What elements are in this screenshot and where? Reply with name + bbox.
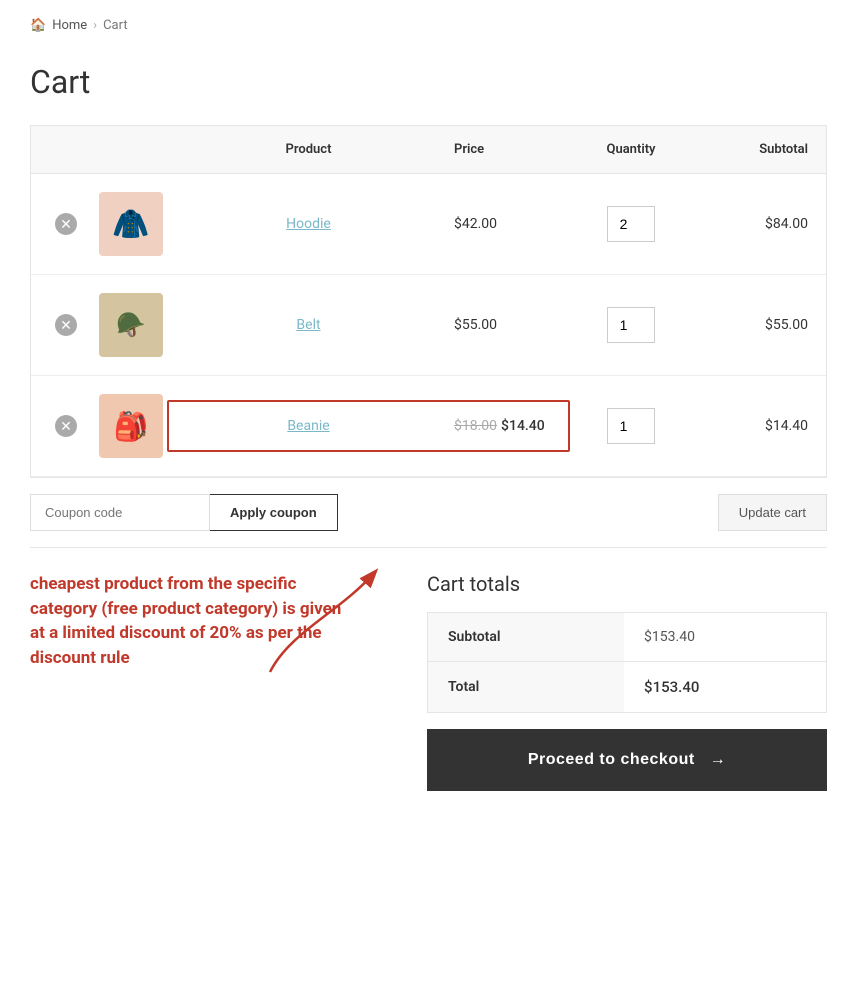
coupon-input[interactable] bbox=[30, 494, 210, 531]
image-cell: 🎒 bbox=[91, 376, 171, 476]
price-cell: $42.00 bbox=[446, 198, 566, 250]
annotation-text: cheapest product from the specific categ… bbox=[30, 572, 350, 671]
coupon-row: Apply coupon Update cart bbox=[30, 478, 827, 548]
hoodie-link[interactable]: Hoodie bbox=[286, 216, 331, 232]
subtotal-value: $153.40 bbox=[624, 613, 826, 662]
image-cell: 🪖 bbox=[91, 275, 171, 375]
beanie-image: 🎒 bbox=[99, 394, 163, 458]
remove-hoodie-button[interactable]: ✕ bbox=[55, 213, 77, 235]
beanie-name-price-cell: Beanie bbox=[171, 404, 446, 448]
product-name-cell: Hoodie bbox=[171, 198, 446, 250]
col-header-remove bbox=[41, 126, 91, 173]
totals-table: Subtotal $153.40 Total $153.40 bbox=[427, 612, 827, 713]
price-cell: $55.00 bbox=[446, 299, 566, 351]
breadcrumb-home-link[interactable]: Home bbox=[52, 18, 87, 33]
beanie-qty-input[interactable] bbox=[607, 408, 655, 444]
coupon-area: Apply coupon bbox=[30, 494, 338, 531]
table-header-row: Product Price Quantity Subtotal bbox=[31, 126, 826, 174]
remove-beanie-button[interactable]: ✕ bbox=[55, 415, 77, 437]
total-value: $153.40 bbox=[624, 662, 826, 713]
subtotal-cell: $55.00 bbox=[696, 299, 816, 351]
image-cell: 🧥 bbox=[91, 174, 171, 274]
bottom-section: cheapest product from the specific categ… bbox=[30, 572, 827, 791]
proceed-to-checkout-button[interactable]: Proceed to checkout → bbox=[427, 729, 827, 791]
checkout-label: Proceed to checkout bbox=[528, 751, 695, 768]
breadcrumb-separator: › bbox=[93, 18, 97, 33]
belt-qty-input[interactable] bbox=[607, 307, 655, 343]
cart-totals-title: Cart totals bbox=[427, 572, 827, 596]
breadcrumb: 🏠 Home › Cart bbox=[30, 18, 827, 33]
hoodie-qty-input[interactable] bbox=[607, 206, 655, 242]
product-name-cell: Belt bbox=[171, 299, 446, 351]
total-label: Total bbox=[428, 662, 625, 713]
cart-table: Product Price Quantity Subtotal ✕ 🧥 Hood… bbox=[30, 125, 827, 478]
quantity-cell bbox=[566, 289, 696, 361]
col-header-quantity: Quantity bbox=[566, 126, 696, 173]
total-row: Total $153.40 bbox=[428, 662, 827, 713]
col-header-product: Product bbox=[171, 126, 446, 173]
subtotal-cell: $14.40 bbox=[696, 400, 816, 452]
breadcrumb-current: Cart bbox=[103, 18, 128, 33]
beanie-price-cell: $18.00$14.40 bbox=[446, 400, 566, 452]
beanie-discounted-price: $14.40 bbox=[501, 418, 545, 434]
subtotal-row: Subtotal $153.40 bbox=[428, 613, 827, 662]
cart-totals-panel: Cart totals Subtotal $153.40 Total $153.… bbox=[427, 572, 827, 791]
subtotal-cell: $84.00 bbox=[696, 198, 816, 250]
col-header-price: Price bbox=[446, 126, 566, 173]
belt-link[interactable]: Belt bbox=[296, 317, 320, 333]
beanie-original-price: $18.00 bbox=[454, 418, 497, 434]
subtotal-label: Subtotal bbox=[428, 613, 625, 662]
col-header-subtotal: Subtotal bbox=[696, 126, 816, 173]
quantity-cell bbox=[566, 188, 696, 260]
table-row: ✕ 🎒 Beanie $18.00$14.40 $14.40 bbox=[31, 376, 826, 477]
remove-belt-button[interactable]: ✕ bbox=[55, 314, 77, 336]
remove-cell: ✕ bbox=[41, 195, 91, 253]
hoodie-image: 🧥 bbox=[99, 192, 163, 256]
remove-cell: ✕ bbox=[41, 397, 91, 455]
remove-cell: ✕ bbox=[41, 296, 91, 354]
table-row: ✕ 🧥 Hoodie $42.00 $84.00 bbox=[31, 174, 826, 275]
update-cart-button[interactable]: Update cart bbox=[718, 494, 827, 531]
beanie-link[interactable]: Beanie bbox=[287, 418, 329, 434]
apply-coupon-button[interactable]: Apply coupon bbox=[210, 494, 338, 531]
quantity-cell bbox=[566, 390, 696, 462]
home-icon: 🏠 bbox=[30, 18, 46, 33]
annotation-label: cheapest product from the specific categ… bbox=[30, 572, 350, 671]
col-header-image bbox=[91, 126, 171, 173]
checkout-arrow: → bbox=[710, 751, 727, 768]
page-title: Cart bbox=[30, 63, 827, 101]
table-row: ✕ 🪖 Belt $55.00 $55.00 bbox=[31, 275, 826, 376]
belt-image: 🪖 bbox=[99, 293, 163, 357]
